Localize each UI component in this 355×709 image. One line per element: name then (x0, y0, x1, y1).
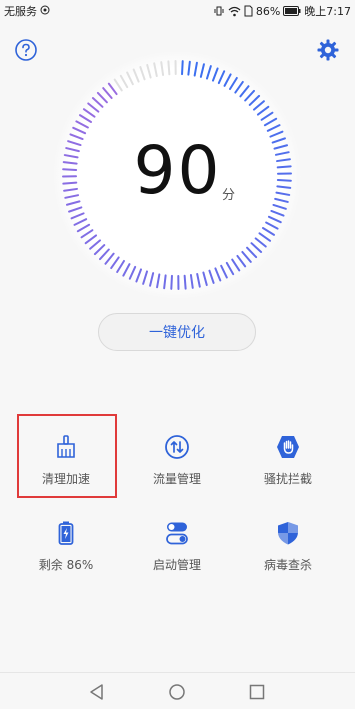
battery-percent: 86% (256, 5, 280, 18)
battery-icon (283, 6, 301, 16)
sim-icon (244, 5, 253, 17)
toggle-icon (164, 520, 190, 546)
tile-startup-label: 启动管理 (153, 556, 201, 573)
tile-virus-scan[interactable]: 病毒查杀 (240, 502, 336, 582)
gauge-tick (185, 276, 186, 289)
gear-icon (316, 38, 340, 62)
tile-battery-label: 剩余 86% (39, 556, 94, 573)
home-icon[interactable] (168, 683, 186, 701)
shield-icon (275, 520, 301, 546)
wifi-icon (228, 6, 241, 17)
vibrate-icon (213, 5, 225, 17)
battery-icon (53, 520, 79, 546)
tile-startup-management[interactable]: 启动管理 (129, 502, 225, 582)
gauge-tick (171, 276, 172, 289)
settings-button[interactable] (316, 38, 340, 62)
gauge-tick (182, 61, 183, 74)
tile-harassment-label: 骚扰拦截 (264, 470, 312, 487)
tile-virus-label: 病毒查杀 (264, 556, 312, 573)
gauge-tick (168, 61, 169, 74)
tile-data-label: 流量管理 (153, 470, 201, 487)
tile-battery[interactable]: 剩余 86% (18, 502, 114, 582)
tile-harassment-block[interactable]: 骚扰拦截 (240, 416, 336, 496)
selection-highlight (17, 414, 117, 498)
status-bar: 无服务 86% 晚上7:17 (0, 0, 355, 22)
back-icon[interactable] (88, 683, 106, 701)
question-circle-icon (14, 38, 38, 62)
score-value: 90 (0, 136, 355, 206)
help-button[interactable] (14, 38, 38, 62)
tile-data-management[interactable]: 流量管理 (129, 416, 225, 496)
score-unit: 分 (222, 184, 235, 203)
clock-text: 晚上7:17 (304, 3, 351, 19)
location-icon (40, 5, 50, 18)
one-tap-optimize-button[interactable]: 一键优化 (98, 313, 256, 351)
navigation-bar (0, 672, 355, 709)
data-arrows-icon (164, 434, 190, 460)
carrier-text: 无服务 (4, 3, 37, 19)
hand-shield-icon (275, 434, 301, 460)
recents-icon[interactable] (248, 683, 266, 701)
